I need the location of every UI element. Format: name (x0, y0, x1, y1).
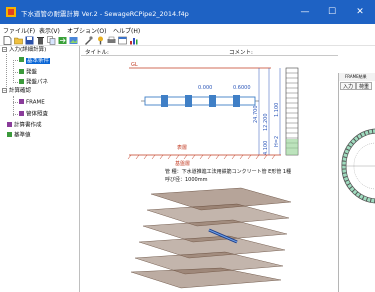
window-title: 下水道管の耐震計算 Ver.2 - SewageRCPipe2_2014.f4p (21, 10, 189, 18)
tree-label: FRAME (26, 99, 45, 106)
node-square-icon (7, 122, 12, 127)
tree-item-ground[interactable]: 発盤 (19, 69, 37, 76)
frame-result-window[interactable]: FRAME結果 入力 荷重 (338, 73, 375, 292)
close-button[interactable]: ✕ (350, 4, 370, 20)
tree-node-input[interactable]: − 入力(詳細計算) (2, 47, 46, 54)
tree-item-standard-values[interactable]: 基準値 (7, 132, 31, 139)
node-square-icon (19, 57, 24, 62)
dim-label: 1.100 (274, 103, 280, 117)
maximize-button[interactable]: ☐ (322, 4, 342, 20)
tree-label: 基本条件 (26, 57, 51, 64)
frame-window-title: FRAME結果 (339, 73, 375, 81)
menu-options[interactable]: オプション(O) (67, 26, 106, 35)
comment-label: コメント: (229, 50, 253, 56)
dim-label: 0.000 (198, 85, 212, 91)
tree-label: 基準値 (14, 132, 31, 139)
toolbar (0, 35, 375, 46)
tree-label: 計算書作成 (14, 122, 42, 129)
tree-item-ground-spring[interactable]: 発盤パネ (19, 79, 48, 86)
section-drawing: GL 0.000 0.6000 24.700 12.200 4.100 1.10… (81, 57, 338, 184)
open-folder-icon[interactable] (14, 36, 23, 45)
menu-help[interactable]: ヘルプ(H) (113, 26, 140, 35)
title-label: タイトル: (85, 50, 109, 56)
base-label: 基盤層 (175, 160, 190, 167)
help-icon[interactable] (96, 36, 105, 45)
pipe-type-label: 管 種：下水道推進工法用鉄筋コンクリート管 E形管 1種 (165, 168, 291, 175)
dim-label: 0.6000 (233, 85, 251, 91)
gl-label: GL (131, 62, 138, 68)
tree-item-pipe-check[interactable]: 管体照査 (19, 111, 48, 118)
node-square-icon (19, 69, 24, 74)
tree-label: 発盤 (26, 69, 38, 76)
chart-icon[interactable] (129, 36, 138, 45)
image-icon[interactable] (69, 36, 78, 45)
3d-view-canvas (130, 187, 292, 289)
tree-label-input: 入力(詳細計算) (9, 47, 47, 53)
print-icon[interactable] (107, 36, 116, 45)
copy-icon[interactable] (47, 36, 56, 45)
node-square-icon (19, 111, 24, 116)
window-icon[interactable] (118, 36, 127, 45)
3d-view[interactable] (81, 184, 338, 292)
pipe-size-label: 呼び径：1000mm (165, 176, 208, 183)
save-icon[interactable] (25, 36, 34, 45)
dim-label: 12.200 (263, 114, 269, 132)
tree-item-frame[interactable]: FRAME (19, 99, 45, 106)
tree-label-calc-check: 計算確認 (9, 88, 32, 94)
node-square-icon (7, 132, 12, 137)
minimize-button[interactable]: — (295, 4, 315, 20)
title-bar: 下水道管の耐震計算 Ver.2 - SewageRCPipe2_2014.f4p… (0, 0, 375, 24)
frame-window-gap (338, 57, 375, 73)
new-file-icon[interactable] (3, 36, 12, 45)
tab-load[interactable]: 荷重 (356, 82, 373, 90)
tab-input[interactable]: 入力 (340, 82, 357, 90)
tree-label: 管体照査 (26, 111, 49, 118)
menu-bar: ファイル(F) 表示(V) オプション(O) ヘルプ(H) (0, 24, 375, 35)
dim-label: 4.100 (263, 141, 269, 155)
tree-item-report[interactable]: 計算書作成 (7, 122, 42, 129)
app-icon (6, 7, 16, 17)
tree-label: 発盤パネ (26, 79, 49, 86)
dim-label: H=2 (274, 136, 280, 147)
menu-file[interactable]: ファイル(F) (3, 26, 35, 35)
export-icon[interactable] (58, 36, 67, 45)
layer-label: 表層 (177, 144, 187, 151)
section-drawing-canvas: GL 0.000 0.6000 24.700 12.200 4.100 1.10… (127, 62, 299, 183)
frame-ring-diagram (341, 128, 375, 204)
tree-node-calc-check[interactable]: − 計算確認 (2, 88, 31, 95)
delete-icon[interactable] (36, 36, 45, 45)
tree-item-basic-conditions[interactable]: 基本条件 (19, 57, 51, 64)
menu-view[interactable]: 表示(V) (39, 26, 60, 35)
dim-label: 24.700 (253, 106, 259, 124)
node-square-icon (19, 99, 24, 104)
settings-icon[interactable] (84, 36, 93, 45)
drawing-header: タイトル: コメント: (81, 46, 338, 56)
navigation-tree: − 入力(詳細計算) 基本条件 発盤 発盤パネ − 計算確認 FRAME 管体照査 … (0, 46, 80, 292)
node-square-icon (19, 79, 24, 84)
